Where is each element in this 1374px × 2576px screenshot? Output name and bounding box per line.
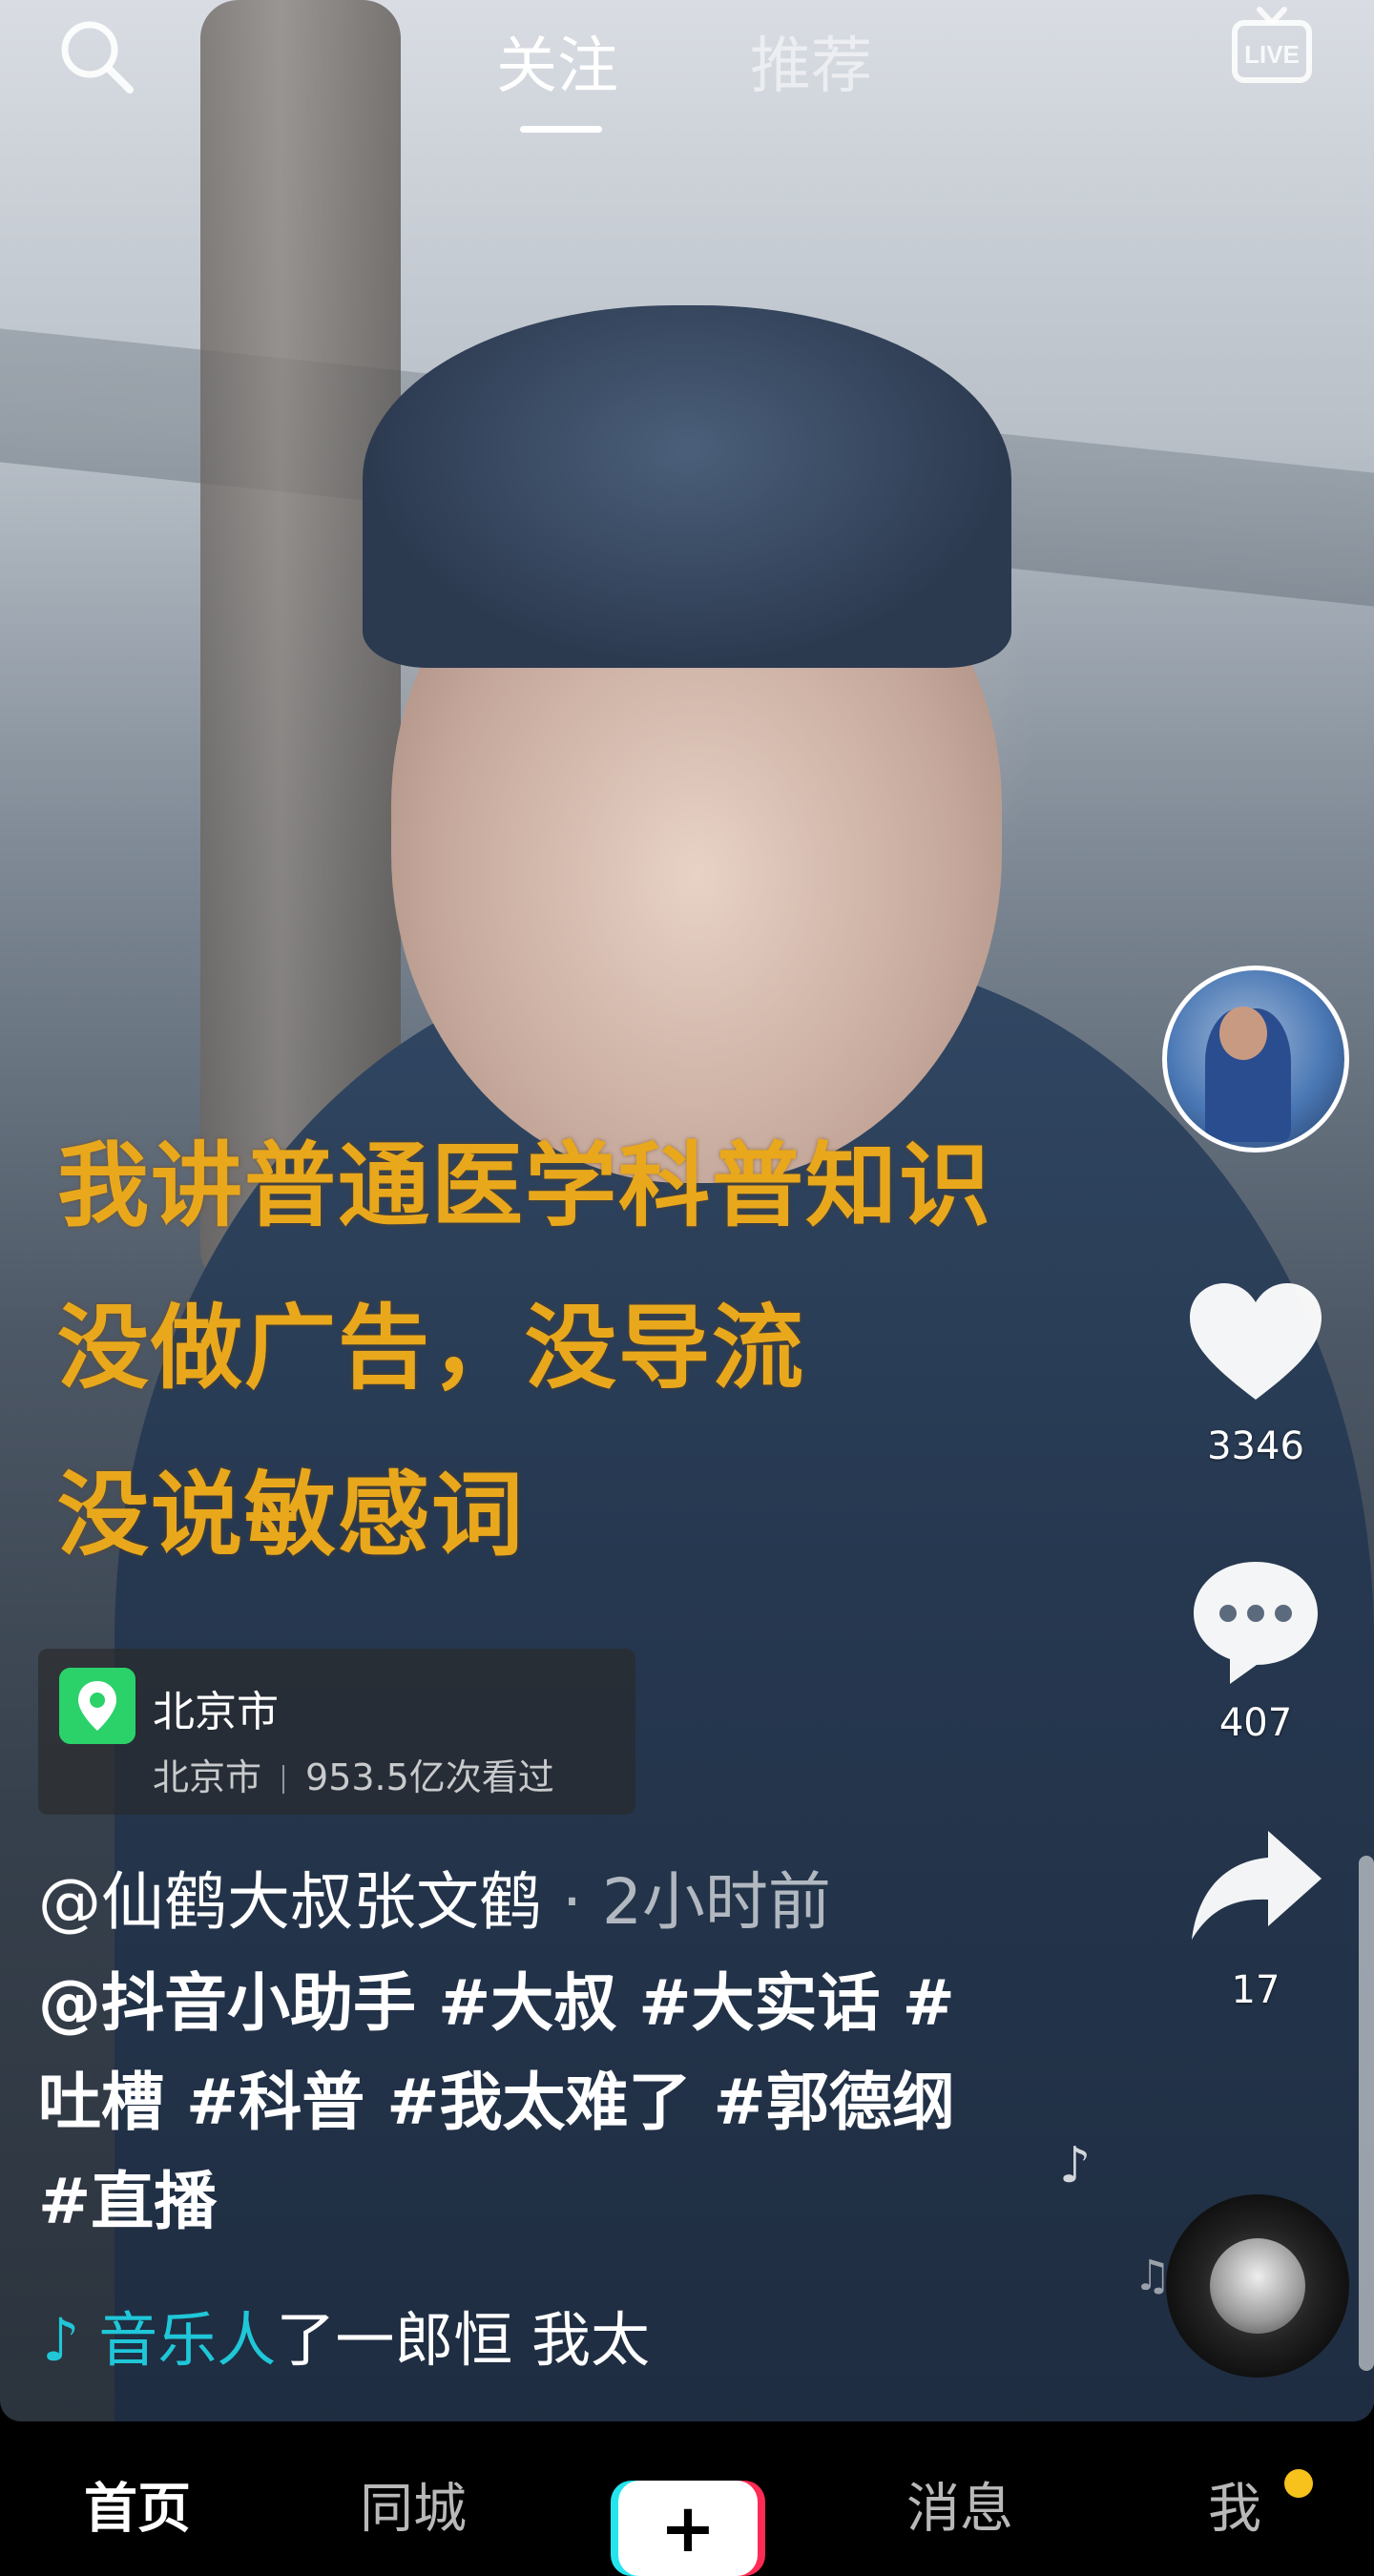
avatar-face bbox=[1219, 1007, 1267, 1060]
tab-recommend[interactable]: 推荐 bbox=[750, 17, 872, 105]
author-avatar[interactable] bbox=[1162, 966, 1349, 1153]
music-disc[interactable] bbox=[1166, 2194, 1349, 2378]
like-count: 3346 bbox=[1207, 1424, 1304, 1468]
music-artist: 音乐人 bbox=[98, 2305, 277, 2375]
heart-icon bbox=[1190, 1283, 1322, 1400]
author-name[interactable]: @仙鹤大叔张文鹤 bbox=[38, 1865, 542, 1939]
plus-icon: + bbox=[659, 2489, 717, 2567]
tab-following[interactable]: 关注 bbox=[496, 17, 618, 105]
nav-nearby[interactable]: 同城 bbox=[360, 2466, 467, 2544]
video-overlay-line-3: 没说敏感词 bbox=[57, 1462, 525, 1568]
post-author-line: @仙鹤大叔张文鹤 · 2小时前 bbox=[38, 1851, 831, 1942]
nav-me[interactable]: 我 bbox=[1208, 2466, 1261, 2544]
active-tab-indicator bbox=[520, 126, 602, 133]
like-button[interactable]: 3346 bbox=[1162, 1274, 1349, 1468]
comment-button[interactable]: 407 bbox=[1162, 1550, 1349, 1745]
music-cover bbox=[1210, 2238, 1305, 2334]
location-city: 北京市 bbox=[153, 1756, 262, 1798]
scroll-indicator bbox=[1359, 1856, 1374, 2371]
video-person-cap bbox=[363, 305, 1011, 668]
music-note-icon: ♪ bbox=[1059, 2137, 1092, 2194]
create-post-button[interactable]: + bbox=[611, 2481, 765, 2576]
location-views: 953.5亿次看过 bbox=[305, 1756, 554, 1798]
location-name: 北京市 bbox=[153, 1688, 279, 1736]
location-subtitle: 北京市 953.5亿次看过 bbox=[153, 1748, 554, 1800]
divider bbox=[282, 1765, 285, 1794]
live-label: LIVE bbox=[1244, 40, 1300, 69]
share-arrow-icon bbox=[1192, 1831, 1322, 1940]
location-card[interactable]: 北京市 北京市 953.5亿次看过 bbox=[38, 1649, 635, 1815]
location-pin-icon bbox=[59, 1668, 135, 1744]
top-bar: 关注 推荐 LIVE bbox=[0, 0, 1374, 143]
nav-home[interactable]: 首页 bbox=[84, 2466, 191, 2544]
comment-icon bbox=[1194, 1562, 1318, 1684]
music-title: 了一郎恒 我太 bbox=[276, 2305, 651, 2375]
search-icon[interactable] bbox=[53, 13, 139, 99]
comment-count: 407 bbox=[1218, 1701, 1293, 1745]
music-info[interactable]: ♪ 音乐人了一郎恒 我太 bbox=[42, 2292, 650, 2378]
share-button[interactable]: 17 bbox=[1162, 1818, 1349, 2012]
post-caption[interactable]: @抖音小助手 #大叔 #大实话 #吐槽 #科普 #我太难了 #郭德纲 #直播 bbox=[38, 1954, 1011, 2252]
share-count: 17 bbox=[1231, 1968, 1280, 2012]
video-overlay-line-1: 我讲普通医学科普知识 bbox=[57, 1132, 992, 1239]
nav-messages[interactable]: 消息 bbox=[906, 2466, 1013, 2544]
video-overlay-line-2: 没做广告，没导流 bbox=[57, 1295, 805, 1402]
music-note-icon: ♪ bbox=[42, 2305, 80, 2375]
live-icon[interactable]: LIVE bbox=[1229, 4, 1315, 90]
notification-dot bbox=[1284, 2469, 1313, 2498]
post-time: · 2小时前 bbox=[542, 1865, 831, 1939]
